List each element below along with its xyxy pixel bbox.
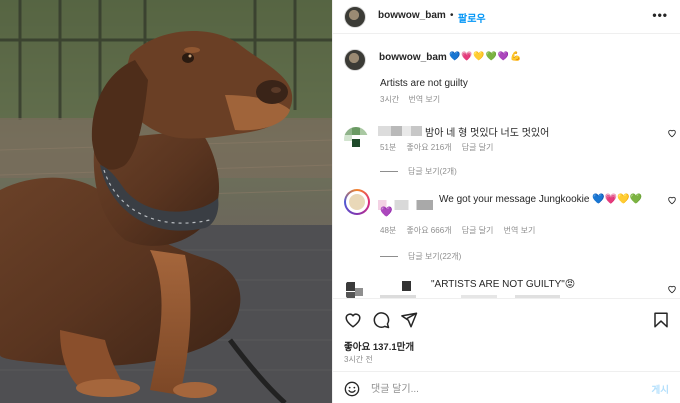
share-icon[interactable]: [400, 311, 418, 329]
heart-icon[interactable]: [344, 311, 362, 329]
post-header: bowwow_bam • 팔로우 •••: [333, 0, 680, 34]
header-separator: •: [450, 10, 454, 21]
view-replies-label[interactable]: 답글 보기(22개): [408, 251, 461, 262]
smiley-icon[interactable]: [344, 381, 360, 397]
comment-meta: 48분 좋아요 666개 답글 달기 번역 보기: [380, 225, 543, 236]
comment-time: 48분: [380, 226, 397, 235]
dog-photo-illustration: [0, 0, 332, 403]
comment-username-blurred: [378, 281, 438, 291]
comment-reply-link[interactable]: 답글 달기: [462, 226, 494, 235]
comment-username-blurred: [378, 126, 422, 136]
likes-count[interactable]: 좋아요 137.1만개: [344, 339, 414, 353]
caption-time: 3시간: [380, 95, 400, 104]
comment-text: We got your message Jungkookie 💙💗💛💚: [439, 194, 643, 205]
add-comment-bar: 게시: [333, 371, 680, 403]
post-photo[interactable]: [0, 0, 332, 403]
comment-avatar[interactable]: [344, 127, 368, 151]
comment-meta: 51분 좋아요 216개 답글 달기: [380, 142, 501, 153]
comment-translate-link[interactable]: 번역 보기: [504, 226, 536, 235]
comments-list[interactable]: bowwow_bam 💙💗💛💚💜💪 Artists are not guilty…: [333, 35, 680, 298]
comment-text: "ARTISTS ARE NOT GUILTY"😡: [431, 279, 576, 290]
comment-reply-link[interactable]: 답글 달기: [462, 143, 494, 152]
comment-time: 51분: [380, 143, 397, 152]
author-avatar[interactable]: [344, 6, 366, 28]
bookmark-icon[interactable]: [652, 311, 670, 329]
replies-divider: [380, 171, 398, 172]
view-replies-link[interactable]: 답글 보기(2개): [380, 166, 457, 177]
caption-translate-link[interactable]: 번역 보기: [408, 95, 440, 104]
comment-input[interactable]: [371, 381, 631, 397]
view-replies-link[interactable]: 답글 보기(22개): [380, 251, 461, 262]
caption-author-avatar[interactable]: [344, 49, 366, 71]
comment-text: 밤아 네 형 멋있다 너도 멋있어: [425, 128, 550, 139]
instagram-post-modal: bowwow_bam • 팔로우 ••• bowwow_bam 💙💗💛💚💜💪 A…: [0, 0, 680, 403]
comment-like-heart-icon[interactable]: [667, 284, 677, 294]
comment-likes[interactable]: 좋아요 666개: [407, 226, 452, 235]
follow-button[interactable]: 팔로우: [458, 10, 486, 25]
comment-like-heart-icon[interactable]: [667, 128, 677, 138]
caption-meta: 3시간 번역 보기: [380, 94, 447, 105]
author-username[interactable]: bowwow_bam: [378, 10, 446, 21]
post-sidebar: bowwow_bam • 팔로우 ••• bowwow_bam 💙💗💛💚💜💪 A…: [332, 0, 680, 403]
comment-likes[interactable]: 좋아요 216개: [407, 143, 452, 152]
post-time-ago: 3시간 전: [344, 355, 373, 364]
comment-avatar[interactable]: [344, 278, 368, 298]
replies-divider: [380, 256, 398, 257]
post-actions: 좋아요 137.1만개 3시간 전 게시: [333, 298, 680, 403]
comment-icon[interactable]: [372, 311, 390, 329]
comment-like-heart-icon[interactable]: [667, 195, 677, 205]
view-replies-label[interactable]: 답글 보기(2개): [408, 166, 457, 177]
comment-text-continued: 💜: [380, 207, 393, 218]
comment-avatar-story-ring[interactable]: [344, 189, 370, 215]
caption-emojis: 💙💗💛💚💜💪: [449, 51, 523, 61]
more-options-icon[interactable]: •••: [652, 8, 668, 22]
caption-text: Artists are not guilty: [380, 78, 468, 89]
post-comment-button[interactable]: 게시: [652, 382, 669, 396]
caption-username[interactable]: bowwow_bam: [379, 52, 447, 63]
